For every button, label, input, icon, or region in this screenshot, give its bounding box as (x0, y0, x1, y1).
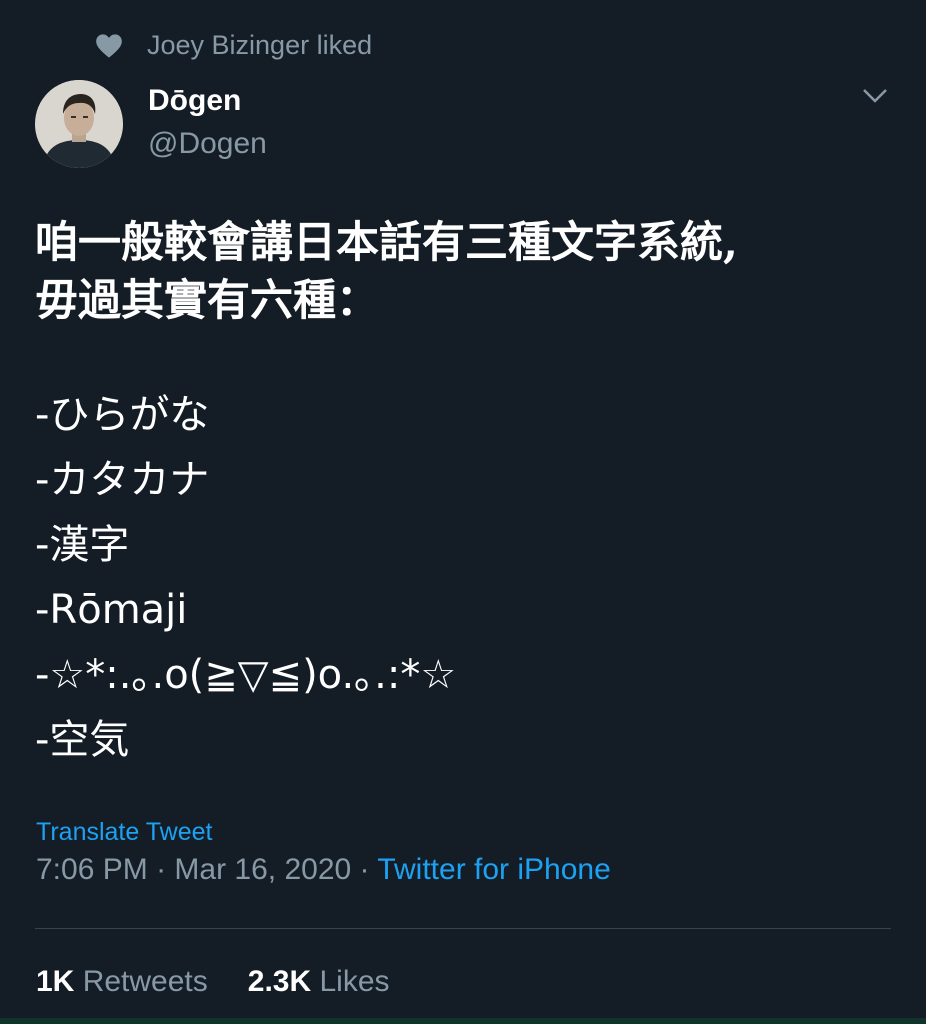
tweet-time[interactable]: 7:06 PM (36, 853, 148, 886)
tweet-list: -ひらがな -カタカナ -漢字 -Rōmaji -☆*:.｡.o(≧▽≦)o.｡… (35, 383, 915, 773)
list-item: -カタカナ (35, 457, 210, 503)
list-item: -Rōmaji (35, 587, 188, 633)
list-item: -ひらがな (35, 392, 210, 438)
bottom-edge (0, 1018, 926, 1024)
meta-separator: · (156, 853, 167, 886)
list-item: -漢字 (35, 522, 130, 568)
author-handle[interactable]: @Dogen (148, 127, 267, 161)
retweets-stat[interactable]: 1K Retweets (36, 965, 208, 998)
retweets-count: 1K (36, 965, 75, 998)
likes-count: 2.3K (247, 965, 312, 998)
list-item: -空気 (35, 717, 130, 763)
social-context[interactable]: Joey Bizinger liked (95, 30, 372, 61)
social-context-text: Joey Bizinger liked (147, 30, 373, 60)
author-display-name[interactable]: Dōgen (148, 84, 241, 118)
tweet-source-link[interactable]: Twitter for iPhone (377, 853, 610, 886)
tweet-date[interactable]: Mar 16, 2020 (174, 853, 351, 886)
tweet-line: 毋過其實有六種： (35, 276, 379, 326)
tweet-line: 咱一般較會講日本話有三種文字系統, (35, 218, 738, 268)
likes-label: Likes (319, 965, 390, 998)
retweets-label: Retweets (82, 965, 208, 998)
avatar[interactable] (35, 80, 123, 168)
tweet-stats: 1K Retweets 2.3K Likes (36, 965, 390, 999)
list-item: -☆*:.｡.o(≧▽≦)o.｡.:*☆ (35, 652, 457, 698)
meta-separator: · (359, 853, 370, 886)
divider (35, 928, 891, 929)
chevron-down-icon[interactable] (860, 86, 890, 106)
heart-icon (96, 33, 122, 58)
translate-tweet-link[interactable]: Translate Tweet (36, 818, 212, 847)
tweet-meta: 7:06 PM · Mar 16, 2020 · Twitter for iPh… (36, 853, 611, 887)
likes-stat[interactable]: 2.3K Likes (248, 965, 390, 998)
tweet-text: 咱一般較會講日本話有三種文字系統, 毋過其實有六種： (35, 214, 915, 330)
avatar-image (35, 80, 123, 168)
